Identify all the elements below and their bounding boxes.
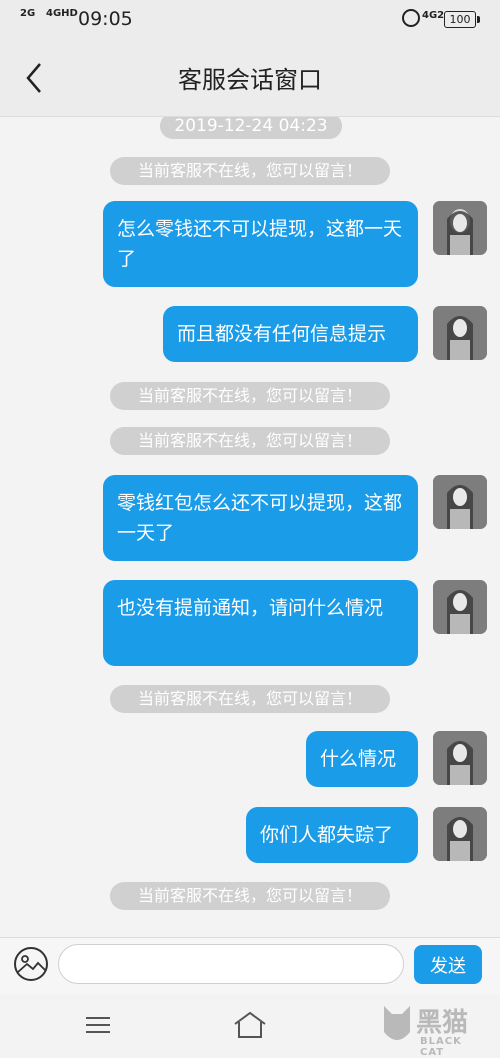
message-bubble[interactable]: 零钱红包怎么还不可以提现，这都一天了 xyxy=(103,475,418,561)
system-nav-bar: 黑猫 BLACK CAT xyxy=(0,994,500,1058)
send-button[interactable]: 发送 xyxy=(414,945,482,984)
message-bubble[interactable]: 也没有提前通知，请问什么情况 xyxy=(103,580,418,666)
chat-timestamp: 2019-12-24 04:23 xyxy=(160,117,342,139)
system-notice: 当前客服不在线，您可以留言！ xyxy=(110,157,390,185)
page-title: 客服会话窗口 xyxy=(178,66,322,94)
avatar[interactable] xyxy=(433,580,487,634)
chat-area[interactable]: 2019-12-24 04:23 当前客服不在线，您可以留言！ 怎么零钱还不可以… xyxy=(0,117,500,937)
system-notice: 当前客服不在线，您可以留言！ xyxy=(110,382,390,410)
home-button[interactable] xyxy=(232,1010,268,1040)
message-bubble[interactable]: 什么情况 xyxy=(306,731,418,787)
status-time: 09:05 xyxy=(78,8,133,30)
system-notice: 当前客服不在线，您可以留言！ xyxy=(110,427,390,455)
message-bubble[interactable]: 你们人都失踪了 xyxy=(246,807,418,863)
menu-icon xyxy=(86,1017,110,1033)
alarm-icon xyxy=(402,9,420,27)
avatar[interactable] xyxy=(433,807,487,861)
message-input[interactable] xyxy=(58,944,404,984)
image-picker-icon xyxy=(14,947,48,981)
signal-2g-label: 2G xyxy=(20,8,36,19)
message-bubble[interactable]: 怎么零钱还不可以提现，这都一天了 xyxy=(103,201,418,287)
avatar[interactable] xyxy=(433,306,487,360)
watermark-logo: 黑猫 BLACK CAT xyxy=(380,998,490,1058)
system-notice: 当前客服不在线，您可以留言！ xyxy=(110,685,390,713)
avatar[interactable] xyxy=(433,731,487,785)
status-bar: 2G 4GHD 09:05 4G2 100 xyxy=(0,0,500,40)
home-icon xyxy=(234,1011,266,1038)
avatar[interactable] xyxy=(433,201,487,255)
header-bar: 客服会话窗口 xyxy=(0,40,500,117)
battery-icon: 100 xyxy=(444,11,480,28)
menu-button[interactable] xyxy=(86,1016,110,1034)
message-bubble[interactable]: 而且都没有任何信息提示 xyxy=(163,306,418,362)
signal-4g-label: 4GHD xyxy=(46,8,78,19)
system-notice: 当前客服不在线，您可以留言！ xyxy=(110,882,390,910)
input-bar: 发送 xyxy=(0,937,500,994)
avatar[interactable] xyxy=(433,475,487,529)
cat-logo-icon xyxy=(384,1006,410,1040)
image-picker-button[interactable] xyxy=(13,946,49,982)
network-label: 4G2 xyxy=(422,10,445,21)
watermark-text-cn: 黑猫 xyxy=(416,1008,469,1038)
